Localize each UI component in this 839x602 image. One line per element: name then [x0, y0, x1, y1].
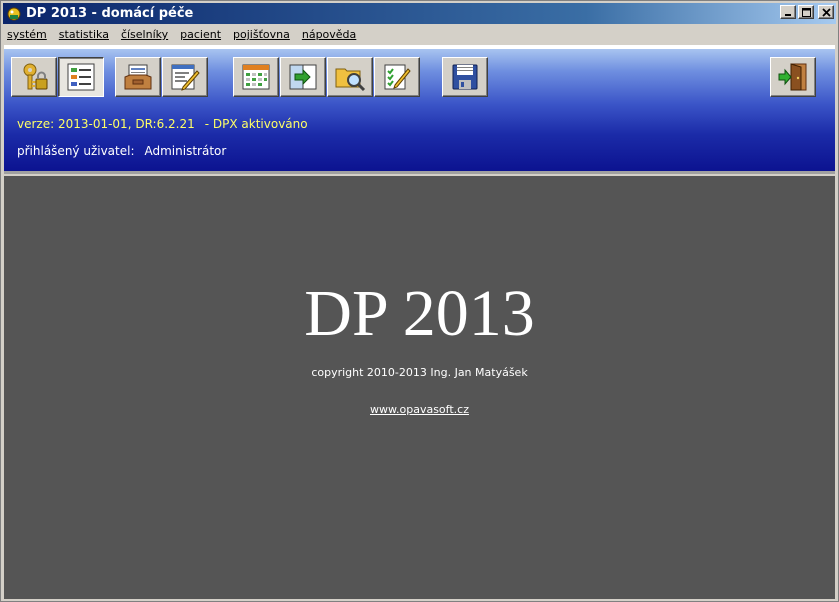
keys-lock-icon	[23, 63, 48, 90]
menu-bar: systém statistika číselníky pacient poji…	[3, 25, 836, 44]
arrow-panel-icon	[289, 64, 317, 90]
toolbar-banner: verze: 2013-01-01, DR:6.2.21 - DPX aktivo…	[4, 49, 835, 171]
menu-statistika[interactable]: statistika	[59, 28, 109, 41]
title-bar[interactable]: DP 2013 - domácí péče	[3, 3, 836, 24]
minimize-icon	[785, 14, 791, 16]
list-form-icon	[67, 63, 95, 91]
folder-search-button[interactable]	[327, 57, 373, 97]
version-info: verze: 2013-01-01, DR:6.2.21 - DPX aktivo…	[17, 117, 308, 131]
banner-divider	[4, 171, 835, 175]
app-icon	[6, 6, 22, 22]
menu-system[interactable]: systém	[7, 28, 47, 41]
close-icon	[821, 7, 831, 17]
inbox-button[interactable]	[115, 57, 161, 97]
checklist-icon	[384, 64, 411, 90]
list-form-button[interactable]	[58, 57, 104, 97]
save-button[interactable]	[442, 57, 488, 97]
app-window: DP 2013 - domácí péče systém statistika …	[0, 0, 839, 602]
version-text: verze: 2013-01-01, DR:6.2.21	[17, 117, 195, 131]
splash-title: DP 2013	[304, 277, 535, 350]
calendar-button[interactable]	[233, 57, 279, 97]
save-disk-icon	[452, 64, 478, 90]
website-link[interactable]: www.opavasoft.cz	[4, 403, 835, 416]
menu-pacient[interactable]: pacient	[180, 28, 221, 41]
main-area: DP 2013 copyright 2010-2013 Ing. Jan Mat…	[4, 176, 835, 599]
menu-ciselniky[interactable]: číselníky	[121, 28, 168, 41]
checklist-button[interactable]	[374, 57, 420, 97]
user-info: přihlášený uživatel: Administrátor	[17, 144, 226, 158]
exit-button[interactable]	[770, 57, 816, 97]
menu-pojistovna[interactable]: pojišťovna	[233, 28, 290, 41]
edit-form-icon	[171, 64, 200, 91]
maximize-button[interactable]	[798, 5, 814, 19]
calendar-grid-icon	[242, 64, 270, 90]
inbox-tray-icon	[124, 64, 152, 90]
menu-napoveda[interactable]: nápověda	[302, 28, 356, 41]
arrow-panel-button[interactable]	[280, 57, 326, 97]
close-button[interactable]	[818, 5, 834, 19]
keys-button[interactable]	[11, 57, 57, 97]
minimize-button[interactable]	[780, 5, 796, 19]
user-name: Administrátor	[144, 144, 227, 158]
user-label: přihlášený uživatel:	[17, 144, 135, 158]
exit-door-icon	[778, 63, 807, 91]
maximize-icon	[801, 7, 811, 17]
edit-form-button[interactable]	[162, 57, 208, 97]
window-title: DP 2013 - domácí péče	[26, 6, 194, 21]
folder-search-icon	[335, 68, 366, 92]
dpx-status: - DPX aktivováno	[204, 117, 308, 131]
copyright-text: copyright 2010-2013 Ing. Jan Matyášek	[311, 366, 528, 379]
